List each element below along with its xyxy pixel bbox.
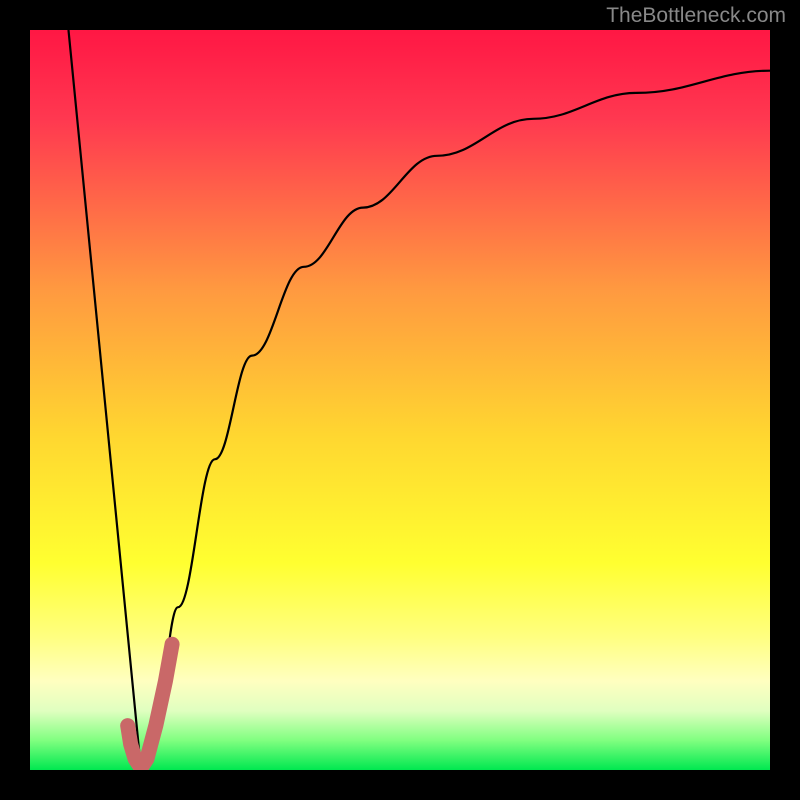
chart-area	[30, 30, 770, 770]
chart-container: TheBottleneck.com	[0, 0, 800, 800]
chart-lines	[30, 30, 770, 770]
watermark-text: TheBottleneck.com	[606, 4, 786, 28]
